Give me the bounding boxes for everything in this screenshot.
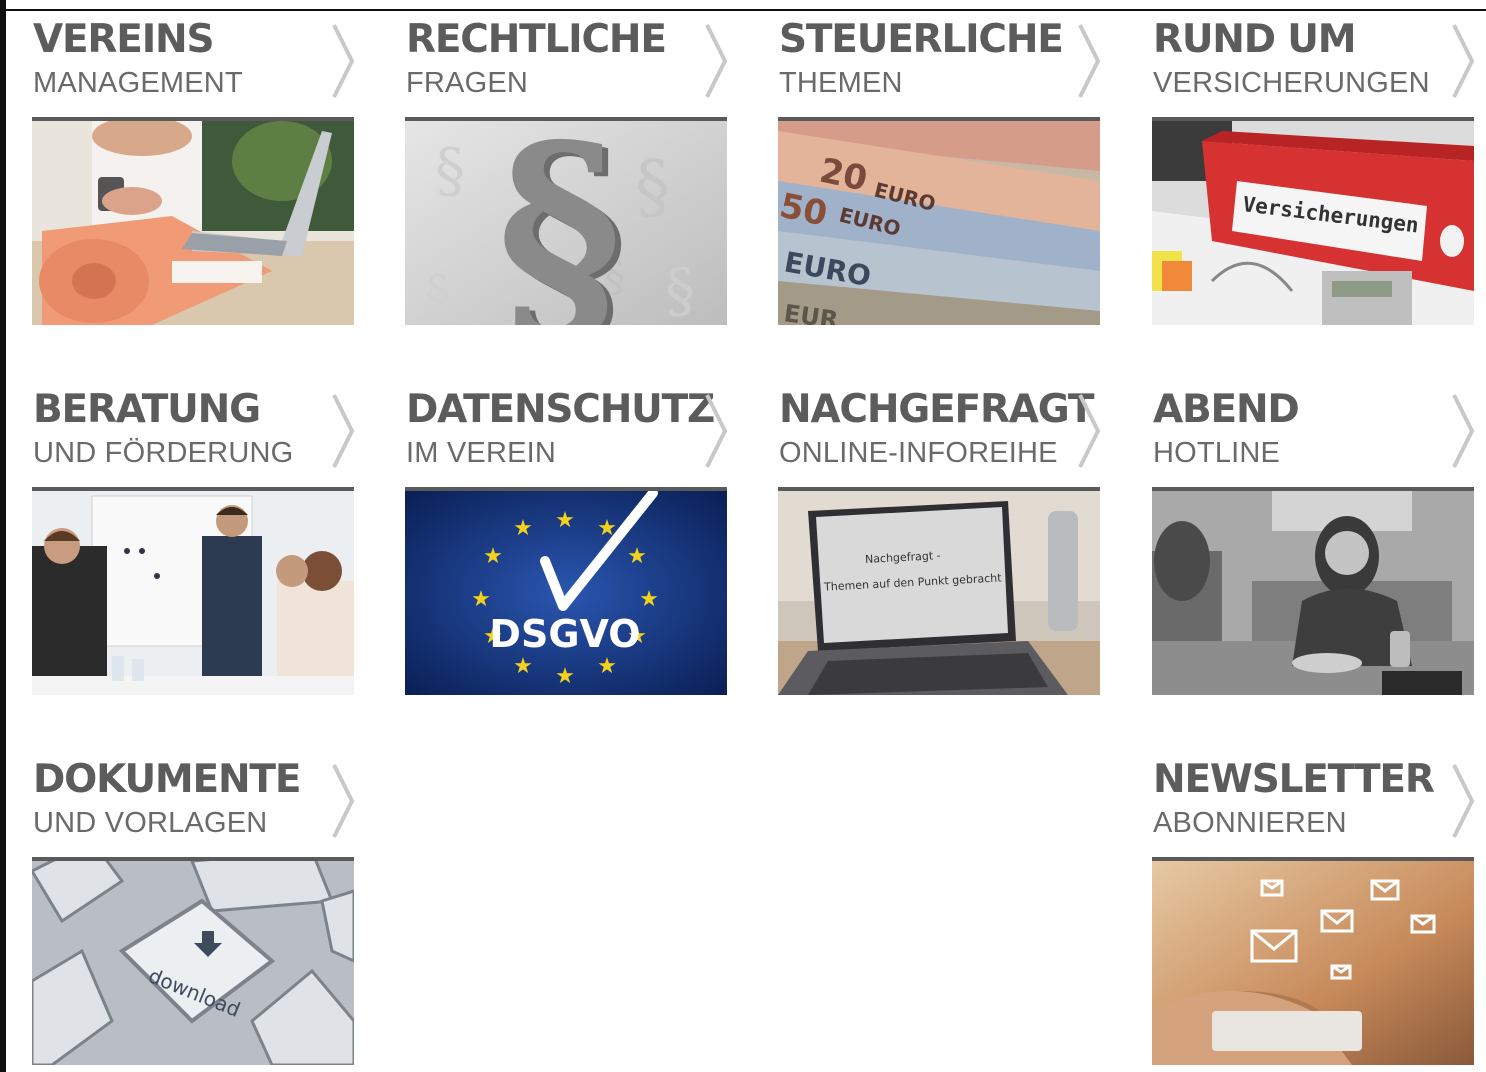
tile-abend-hotline[interactable]: ABEND HOTLINE: [1152, 381, 1475, 695]
chevron-right-icon: [332, 764, 355, 838]
tile-vereinsmanagement[interactable]: VEREINS MANAGEMENT: [32, 11, 355, 325]
tile-steuerliche-themen[interactable]: STEUERLICHE THEMEN 20 50 EURO EURO EURO …: [778, 11, 1101, 325]
chevron-right-icon: [1452, 394, 1475, 468]
svg-text:§: §: [635, 146, 670, 228]
left-border: [0, 0, 6, 1072]
tile-title: BERATUNG: [33, 387, 261, 432]
svg-text:★: ★: [639, 587, 659, 612]
svg-text:§: §: [665, 256, 695, 325]
chevron-right-icon: [1078, 24, 1101, 98]
tile-heading: ABEND HOTLINE: [1152, 381, 1475, 477]
chevron-right-icon: [332, 24, 355, 98]
tile-heading: DATENSCHUTZ IM VEREIN: [405, 381, 728, 477]
download-key-photo: download: [32, 861, 354, 1065]
svg-text:★: ★: [555, 664, 575, 689]
tile-heading: DOKUMENTE UND VORLAGEN: [32, 751, 355, 847]
chevron-right-icon: [332, 394, 355, 468]
tile-datenschutz[interactable]: DATENSCHUTZ IM VEREIN ★ ★ ★ ★ ★ ★ ★ ★ ★ ★ ★ ★ D…: [405, 381, 728, 695]
svg-text:★: ★: [471, 587, 491, 612]
tile-subtitle: VERSICHERUNGEN: [1153, 67, 1430, 99]
image-caption: DSGVO: [489, 612, 640, 656]
tile-heading: BERATUNG UND FÖRDERUNG: [32, 381, 355, 477]
tile-subtitle: ONLINE-INFOREIHE: [779, 437, 1058, 469]
tile-title: STEUERLICHE: [779, 17, 1064, 62]
top-border: [0, 0, 1486, 11]
tile-subtitle: FRAGEN: [406, 67, 529, 99]
tile-heading: VEREINS MANAGEMENT: [32, 11, 355, 107]
chevron-right-icon: [705, 24, 728, 98]
paragraph-symbol-photo: § § § § § § §: [405, 121, 727, 325]
chevron-right-icon: [705, 394, 728, 468]
tile-subtitle: IM VEREIN: [406, 437, 557, 469]
svg-text:§: §: [497, 121, 623, 325]
svg-text:§: §: [435, 136, 465, 206]
tile-title: NEWSLETTER: [1153, 757, 1435, 802]
tile-heading: STEUERLICHE THEMEN: [778, 11, 1101, 107]
tile-title: RECHTLICHE: [406, 17, 667, 62]
chevron-right-icon: [1452, 24, 1475, 98]
tile-heading: RECHTLICHE FRAGEN: [405, 11, 728, 107]
chevron-right-icon: [1078, 394, 1101, 468]
svg-text:§: §: [425, 265, 450, 323]
yoga-mat-laptop-photo: [32, 121, 354, 325]
dsgvo-checkmark-graphic: ★ ★ ★ ★ ★ ★ ★ ★ ★ ★ ★ ★ DSGVO: [405, 491, 727, 695]
tile-subtitle: THEMEN: [779, 67, 903, 99]
tile-title: VEREINS: [33, 17, 215, 62]
svg-text:★: ★: [483, 544, 503, 569]
tile-subtitle: ABONNIEREN: [1153, 807, 1347, 839]
tile-heading: RUND UM VERSICHERUNGEN: [1152, 11, 1475, 107]
tile-heading: NACHGEFRAGT ONLINE-INFOREIHE: [778, 381, 1101, 477]
svg-text:★: ★: [513, 516, 533, 541]
tile-title: ABEND: [1153, 387, 1300, 432]
tile-subtitle: HOTLINE: [1153, 437, 1281, 469]
tile-rechtliche-fragen[interactable]: RECHTLICHE FRAGEN § § § § § § §: [405, 11, 728, 325]
tile-newsletter[interactable]: NEWSLETTER ABONNIEREN: [1152, 751, 1475, 1065]
chevron-right-icon: [1452, 764, 1475, 838]
svg-text:★: ★: [555, 508, 575, 533]
euro-banknotes-photo: 20 50 EURO EURO EURO EUR: [778, 121, 1100, 325]
tile-subtitle: MANAGEMENT: [33, 67, 243, 99]
tile-title: DOKUMENTE: [33, 757, 301, 802]
woman-on-phone-photo: [1152, 491, 1474, 695]
tile-nachgefragt[interactable]: NACHGEFRAGT ONLINE-INFOREIHE Nachgefragt…: [778, 381, 1101, 695]
tile-title: NACHGEFRAGT: [779, 387, 1095, 432]
tile-title: DATENSCHUTZ: [406, 387, 715, 432]
tile-rund-um-versicherungen[interactable]: RUND UM VERSICHERUNGEN Versicherungen: [1152, 11, 1475, 325]
tile-dokumente-vorlagen[interactable]: DOKUMENTE UND VORLAGEN download: [32, 751, 355, 1065]
tile-subtitle: UND FÖRDERUNG: [33, 437, 294, 469]
business-meeting-photo: [32, 491, 354, 695]
laptop-screen-photo: Nachgefragt - Themen auf den Punkt gebra…: [778, 491, 1100, 695]
email-envelopes-photo: [1152, 861, 1474, 1065]
svg-text:★: ★: [627, 544, 647, 569]
tile-heading: NEWSLETTER ABONNIEREN: [1152, 751, 1475, 847]
svg-text:★: ★: [597, 654, 617, 679]
svg-text:★: ★: [513, 654, 533, 679]
insurance-binder-photo: Versicherungen: [1152, 121, 1474, 325]
tile-beratung-foerderung[interactable]: BERATUNG UND FÖRDERUNG: [32, 381, 355, 695]
tile-title: RUND UM: [1153, 17, 1357, 62]
tile-subtitle: UND VORLAGEN: [33, 807, 268, 839]
